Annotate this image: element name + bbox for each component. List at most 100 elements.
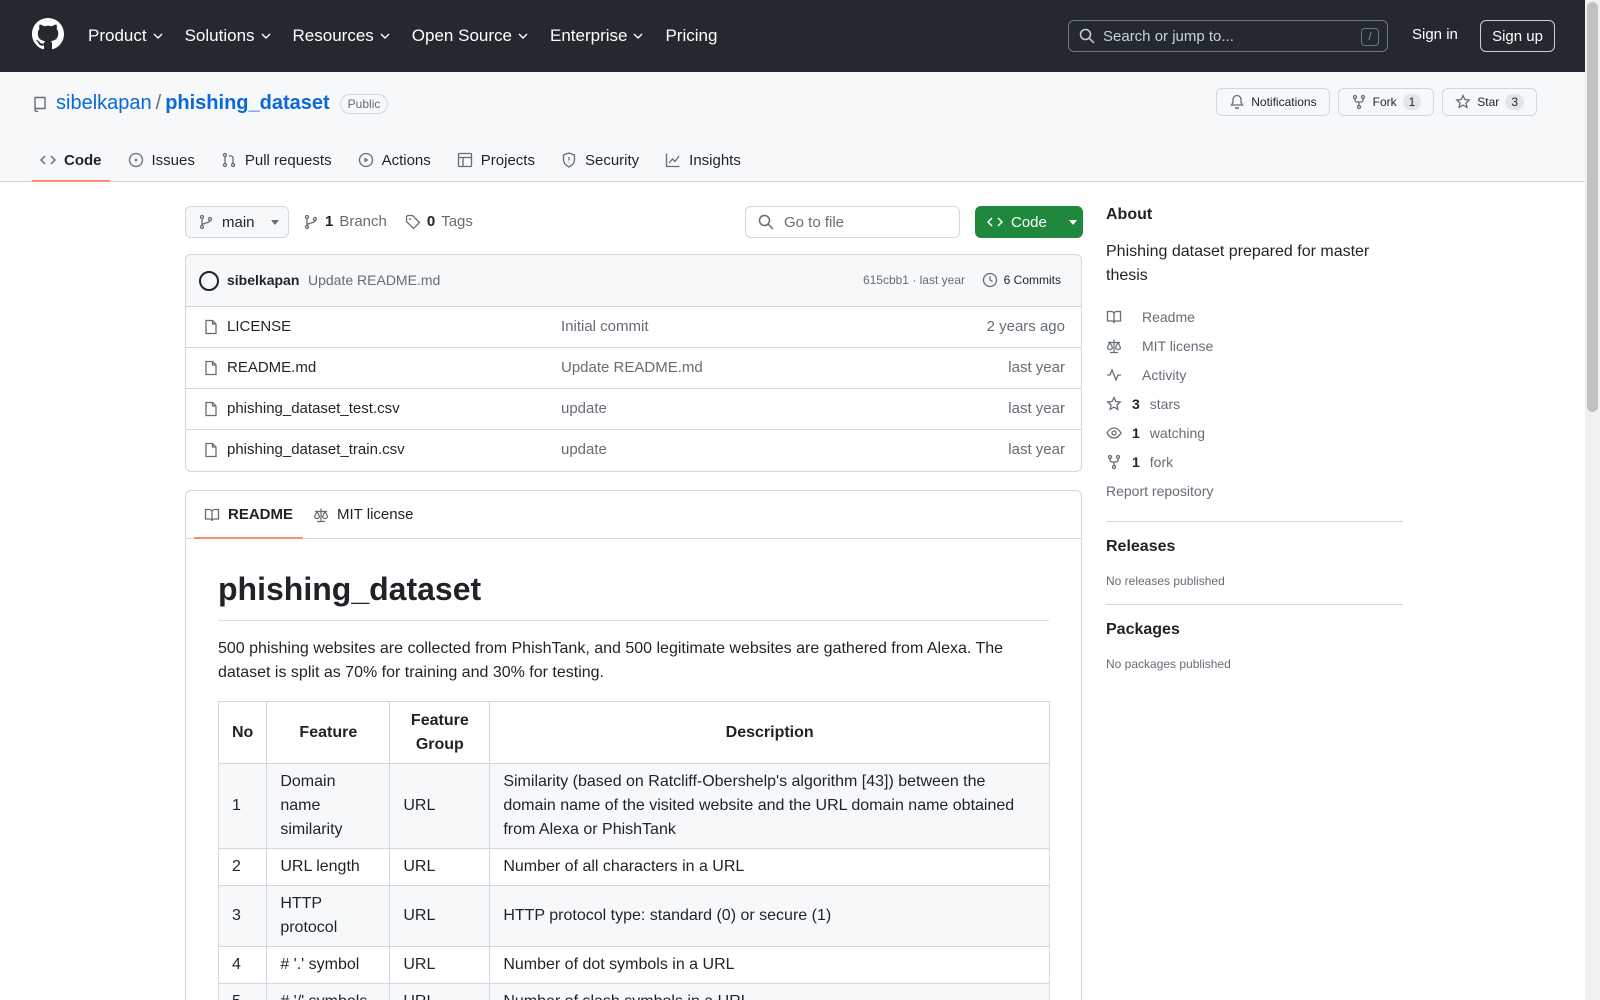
eye-icon: [1106, 425, 1122, 441]
cell-group: URL: [389, 763, 491, 849]
file-name[interactable]: phishing_dataset_test.csv: [227, 400, 400, 417]
tab-issues[interactable]: Issues: [120, 138, 203, 182]
repo-name-link[interactable]: phishing_dataset: [165, 92, 329, 115]
tab-readme[interactable]: README: [194, 491, 304, 539]
visibility-badge: Public: [339, 93, 389, 114]
tab-security[interactable]: Security: [553, 138, 647, 182]
caret-down-icon: [1068, 219, 1077, 225]
search-icon: [758, 214, 774, 230]
star-icon: [1455, 94, 1471, 110]
cell-group: URL: [389, 848, 491, 886]
cell-feature: HTTP protocol: [266, 885, 391, 947]
repo-separator: /: [155, 92, 162, 114]
column-header-feature: Feature: [266, 701, 391, 764]
watching-link[interactable]: 1 watching: [1106, 418, 1403, 447]
commits-link[interactable]: 6 Commits: [982, 272, 1061, 288]
item-label: Activity: [1142, 366, 1187, 383]
file-date: last year: [1008, 359, 1065, 376]
tab-pull-requests[interactable]: Pull requests: [213, 138, 340, 182]
table-row[interactable]: phishing_dataset_train.csv update last y…: [186, 430, 1081, 471]
cell-feature: # '/' symbols: [266, 983, 391, 1000]
item-count: 3: [1132, 395, 1140, 412]
file-commit-message[interactable]: update: [561, 400, 607, 417]
scrollbar-thumb[interactable]: [1587, 2, 1598, 412]
table-row: 3 HTTP protocol URL HTTP protocol type: …: [217, 885, 1050, 947]
table-row[interactable]: LICENSE Initial commit 2 years ago: [186, 307, 1081, 348]
file-commit-message[interactable]: update: [561, 441, 607, 458]
file-name[interactable]: phishing_dataset_train.csv: [227, 441, 405, 458]
nav-solutions[interactable]: Solutions: [185, 26, 271, 46]
nav-enterprise[interactable]: Enterprise: [550, 26, 643, 46]
tab-label: Pull requests: [244, 151, 332, 169]
tab-license[interactable]: MIT license: [303, 491, 423, 538]
nav-open-source[interactable]: Open Source: [412, 26, 528, 46]
table-row[interactable]: README.md Update README.md last year: [186, 348, 1081, 389]
tags-link[interactable]: 0 Tags: [405, 213, 473, 230]
sign-up-button[interactable]: Sign up: [1480, 20, 1555, 52]
cell-description: Number of all characters in a URL: [489, 848, 1050, 886]
star-label: Star: [1477, 95, 1500, 109]
divider: [1106, 604, 1403, 605]
file-date: 2 years ago: [986, 318, 1065, 335]
star-button[interactable]: Star 3: [1442, 88, 1537, 116]
commit-author[interactable]: sibelkapan: [227, 272, 299, 288]
repo-owner-link[interactable]: sibelkapan: [56, 92, 152, 115]
releases-heading[interactable]: Releases: [1106, 538, 1403, 556]
item-label: MIT license: [1142, 337, 1214, 354]
github-logo-icon[interactable]: [32, 18, 64, 50]
cell-no: 1: [217, 763, 268, 849]
caret-down-icon: [270, 219, 279, 225]
global-header: Product Solutions Resources Open Source …: [0, 0, 1585, 72]
fork-icon: [1106, 454, 1122, 470]
divider: [1106, 521, 1403, 522]
repo-icon: [32, 96, 48, 112]
file-commit-message[interactable]: Update README.md: [561, 359, 703, 376]
forks-link[interactable]: 1 fork: [1106, 447, 1403, 476]
code-button[interactable]: Code: [975, 206, 1083, 238]
file-name[interactable]: LICENSE: [227, 318, 291, 335]
branch-selector[interactable]: main: [185, 206, 289, 238]
go-to-file-input[interactable]: Go to file: [745, 206, 960, 238]
item-count: 1: [1132, 453, 1140, 470]
file-name[interactable]: README.md: [227, 359, 316, 376]
cell-group: URL: [389, 946, 491, 984]
branches-link[interactable]: 1 Branch: [303, 213, 387, 230]
scrollbar[interactable]: [1585, 0, 1600, 1000]
report-repository-link[interactable]: Report repository: [1106, 476, 1403, 505]
cell-no: 5: [217, 983, 268, 1000]
nav-pricing[interactable]: Pricing: [665, 26, 717, 46]
tab-code[interactable]: Code: [32, 138, 110, 182]
commits-label: 6 Commits: [1003, 273, 1061, 287]
nav-product[interactable]: Product: [88, 26, 163, 46]
search-input[interactable]: Search or jump to... /: [1068, 20, 1388, 52]
readme-link[interactable]: Readme: [1106, 302, 1403, 331]
avatar[interactable]: [199, 271, 219, 291]
sign-in-link[interactable]: Sign in: [1412, 26, 1458, 43]
fork-button[interactable]: Fork 1: [1337, 88, 1435, 116]
tab-insights[interactable]: Insights: [657, 138, 749, 182]
packages-heading[interactable]: Packages: [1106, 621, 1403, 639]
readme-intro: 500 phishing websites are collected from…: [218, 640, 1004, 681]
latest-commit: sibelkapan Update README.md 615cbb1 · la…: [186, 255, 1081, 307]
table-row[interactable]: phishing_dataset_test.csv update last ye…: [186, 389, 1081, 430]
commit-message[interactable]: Update README.md: [308, 272, 440, 288]
stars-link[interactable]: 3 stars: [1106, 389, 1403, 418]
license-link[interactable]: MIT license: [1106, 331, 1403, 360]
search-placeholder: Search or jump to...: [1103, 27, 1234, 45]
about-sidebar: About Phishing dataset prepared for mast…: [1106, 206, 1403, 671]
packages-empty-text: No packages published: [1106, 657, 1231, 671]
file-commit-message[interactable]: Initial commit: [561, 318, 649, 335]
notifications-button[interactable]: Notifications: [1216, 88, 1330, 116]
tab-actions[interactable]: Actions: [350, 138, 439, 182]
tab-projects[interactable]: Projects: [449, 138, 543, 182]
file-icon: [203, 442, 219, 458]
tag-count: 0: [426, 213, 436, 230]
star-icon: [1106, 395, 1122, 412]
feature-table: No Feature Feature Group Description 1 D…: [217, 701, 1050, 1000]
commit-sha-time[interactable]: 615cbb1 · last year: [863, 273, 965, 287]
nav-resources[interactable]: Resources: [293, 26, 390, 46]
activity-link[interactable]: Activity: [1106, 360, 1403, 389]
tab-label: Projects: [480, 151, 535, 169]
table-row: 1 Domain name similarity URL Similarity …: [217, 763, 1050, 849]
column-header-no: No: [217, 701, 268, 764]
